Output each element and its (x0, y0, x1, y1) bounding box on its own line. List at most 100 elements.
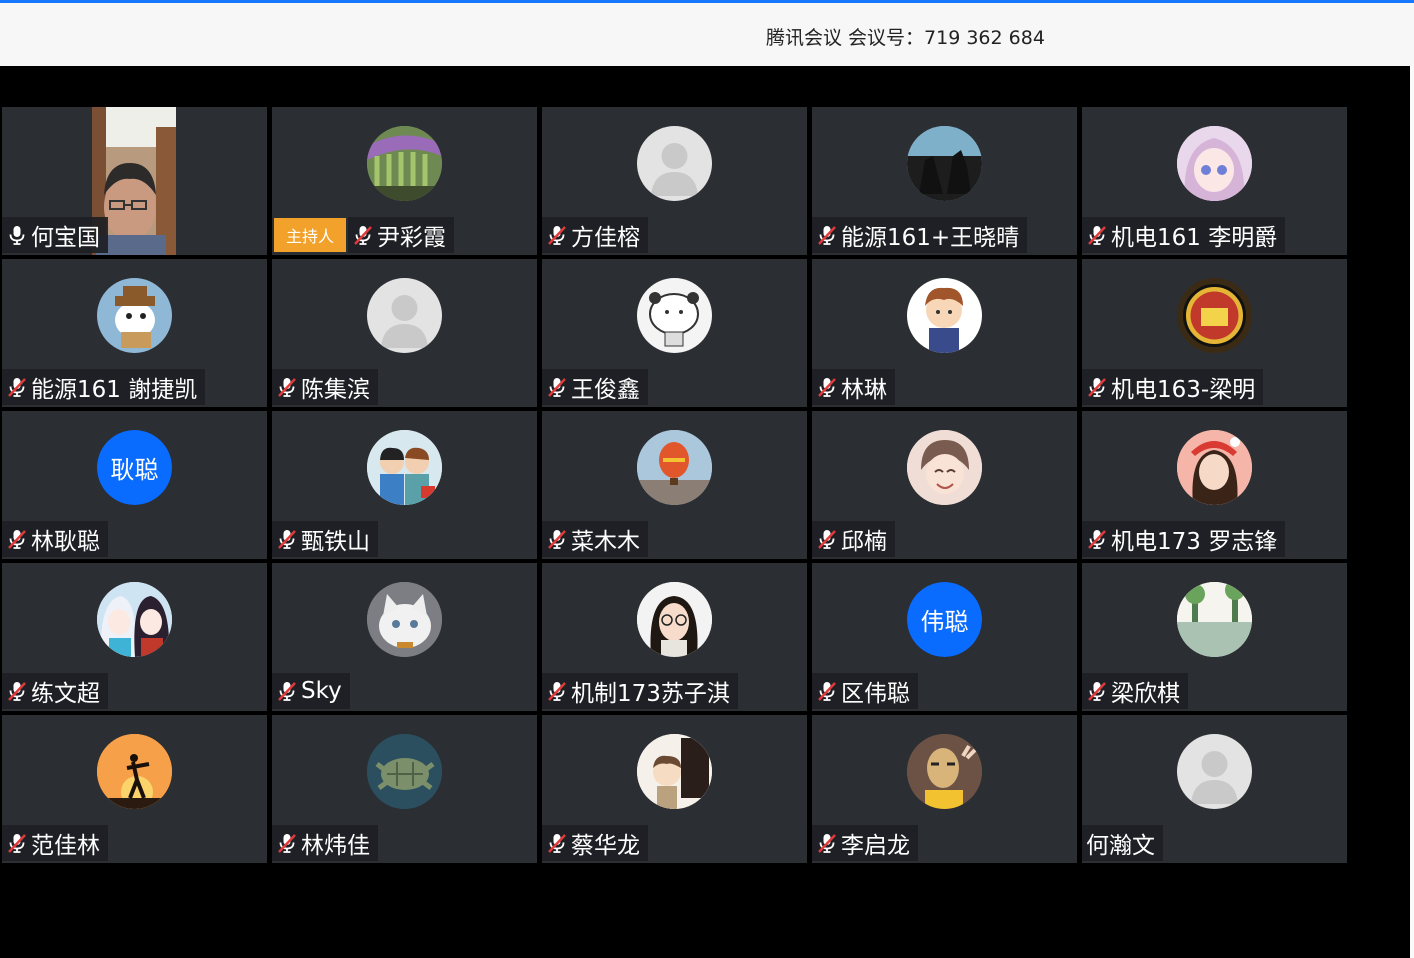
avatar (367, 126, 442, 201)
participant-name-tag: 能源161+王晓晴 (812, 217, 1028, 253)
mic-muted-icon[interactable] (546, 832, 568, 854)
mic-muted-icon[interactable] (6, 376, 28, 398)
participant-name: 能源161+王晓晴 (841, 225, 1020, 251)
participant-tile[interactable]: Sky (272, 563, 537, 711)
mic-muted-icon[interactable] (352, 224, 374, 246)
participant-tile[interactable]: 耿聪林耿聪 (2, 411, 267, 559)
participant-name-tag: 尹彩霞 (348, 217, 454, 253)
mic-muted-icon[interactable] (276, 832, 298, 854)
participant-tile[interactable]: 能源161 謝捷凯 (2, 259, 267, 407)
participant-name: 王俊鑫 (571, 377, 640, 403)
participant-tile[interactable]: 能源161+王晓晴 (812, 107, 1077, 255)
avatar (907, 126, 982, 201)
mic-muted-icon[interactable] (276, 680, 298, 702)
participant-name: Sky (301, 678, 342, 704)
participant-tile[interactable]: 范佳林 (2, 715, 267, 863)
participant-tile[interactable]: 梁欣棋 (1082, 563, 1347, 711)
participant-name-tag: 甄铁山 (272, 521, 378, 557)
participant-name: 区伟聪 (841, 681, 910, 707)
participant-name: 机电161 李明爵 (1111, 225, 1278, 251)
participant-tile[interactable]: 伟聪 区伟聪 (812, 563, 1077, 711)
mic-muted-icon[interactable] (546, 680, 568, 702)
avatar (97, 582, 172, 657)
participant-name: 何瀚文 (1086, 833, 1155, 859)
mic-muted-icon[interactable] (1086, 224, 1108, 246)
avatar (637, 582, 712, 657)
participant-tile[interactable]: 何瀚文 (1082, 715, 1347, 863)
mic-muted-icon[interactable] (816, 832, 838, 854)
mic-muted-icon[interactable] (816, 680, 838, 702)
participant-tile[interactable]: 陈集滨 (272, 259, 537, 407)
participant-tile[interactable]: 方佳榕 (542, 107, 807, 255)
participant-name-tag: 能源161 謝捷凯 (2, 369, 206, 405)
mic-muted-icon[interactable] (1086, 528, 1108, 550)
participant-name-tag: 区伟聪 (812, 673, 918, 709)
mic-muted-icon[interactable] (1086, 376, 1108, 398)
avatar (1177, 582, 1252, 657)
mic-muted-icon[interactable] (1086, 680, 1108, 702)
mic-muted-icon[interactable] (546, 224, 568, 246)
avatar (97, 734, 172, 809)
participant-name: 机制173苏子淇 (571, 681, 730, 707)
mic-muted-icon[interactable] (6, 832, 28, 854)
participant-name-tag: 机电173 罗志锋 (1082, 521, 1286, 557)
avatar (367, 430, 442, 505)
participant-name-tag: 练文超 (2, 673, 108, 709)
participant-name-tag: 邱楠 (812, 521, 895, 557)
participant-tile[interactable]: 机电163-梁明 (1082, 259, 1347, 407)
participant-name-tag: 机电163-梁明 (1082, 369, 1264, 405)
mic-muted-icon[interactable] (6, 680, 28, 702)
participant-name-tag: 李启龙 (812, 825, 918, 861)
avatar (97, 278, 172, 353)
avatar (367, 278, 442, 353)
avatar (637, 126, 712, 201)
participant-name: 蔡华龙 (571, 833, 640, 859)
participant-name-tag: Sky (272, 673, 350, 709)
participant-name: 能源161 謝捷凯 (31, 377, 198, 403)
participant-tile[interactable]: 王俊鑫 (542, 259, 807, 407)
mic-muted-icon[interactable] (546, 528, 568, 550)
participant-name-tag: 林炜佳 (272, 825, 378, 861)
participant-tile[interactable]: 甄铁山 (272, 411, 537, 559)
participant-tile[interactable]: 邱楠 (812, 411, 1077, 559)
avatar (637, 734, 712, 809)
participant-name: 李启龙 (841, 833, 910, 859)
avatar (637, 278, 712, 353)
mic-muted-icon[interactable] (816, 224, 838, 246)
participant-tile[interactable]: 林琳 (812, 259, 1077, 407)
participant-tile[interactable]: 菜木木 (542, 411, 807, 559)
mic-muted-icon[interactable] (816, 376, 838, 398)
avatar: 耿聪 (97, 430, 172, 505)
participant-name: 方佳榕 (571, 225, 640, 251)
participant-tile[interactable]: 机电173 罗志锋 (1082, 411, 1347, 559)
mic-muted-icon[interactable] (276, 528, 298, 550)
participant-tile[interactable]: 练文超 (2, 563, 267, 711)
participant-name-tag: 陈集滨 (272, 369, 378, 405)
participant-name: 练文超 (31, 681, 100, 707)
avatar (637, 430, 712, 505)
participant-name: 林耿聪 (31, 529, 100, 555)
avatar (367, 582, 442, 657)
participant-name-tag: 机电161 李明爵 (1082, 217, 1286, 253)
participant-name: 范佳林 (31, 833, 100, 859)
mic-muted-icon[interactable] (6, 528, 28, 550)
participant-name-tag: 林琳 (812, 369, 895, 405)
mic-on-icon[interactable] (6, 224, 28, 246)
mic-muted-icon[interactable] (816, 528, 838, 550)
participant-name: 尹彩霞 (377, 225, 446, 251)
mic-muted-icon[interactable] (546, 376, 568, 398)
participant-name-tag: 梁欣棋 (1082, 673, 1188, 709)
avatar-initials: 耿聪 (97, 430, 172, 505)
avatar (907, 734, 982, 809)
participant-tile[interactable]: 机制173苏子淇 (542, 563, 807, 711)
participant-tile[interactable]: 机电161 李明爵 (1082, 107, 1347, 255)
avatar (1177, 734, 1252, 809)
mic-muted-icon[interactable] (276, 376, 298, 398)
avatar (1177, 126, 1252, 201)
participant-tile[interactable]: 林炜佳 (272, 715, 537, 863)
participant-tile[interactable]: 蔡华龙 (542, 715, 807, 863)
participant-tile[interactable]: 何宝国 (2, 107, 267, 255)
participant-tile[interactable]: 李启龙 (812, 715, 1077, 863)
participant-name-tag: 王俊鑫 (542, 369, 648, 405)
participant-name-tag: 方佳榕 (542, 217, 648, 253)
